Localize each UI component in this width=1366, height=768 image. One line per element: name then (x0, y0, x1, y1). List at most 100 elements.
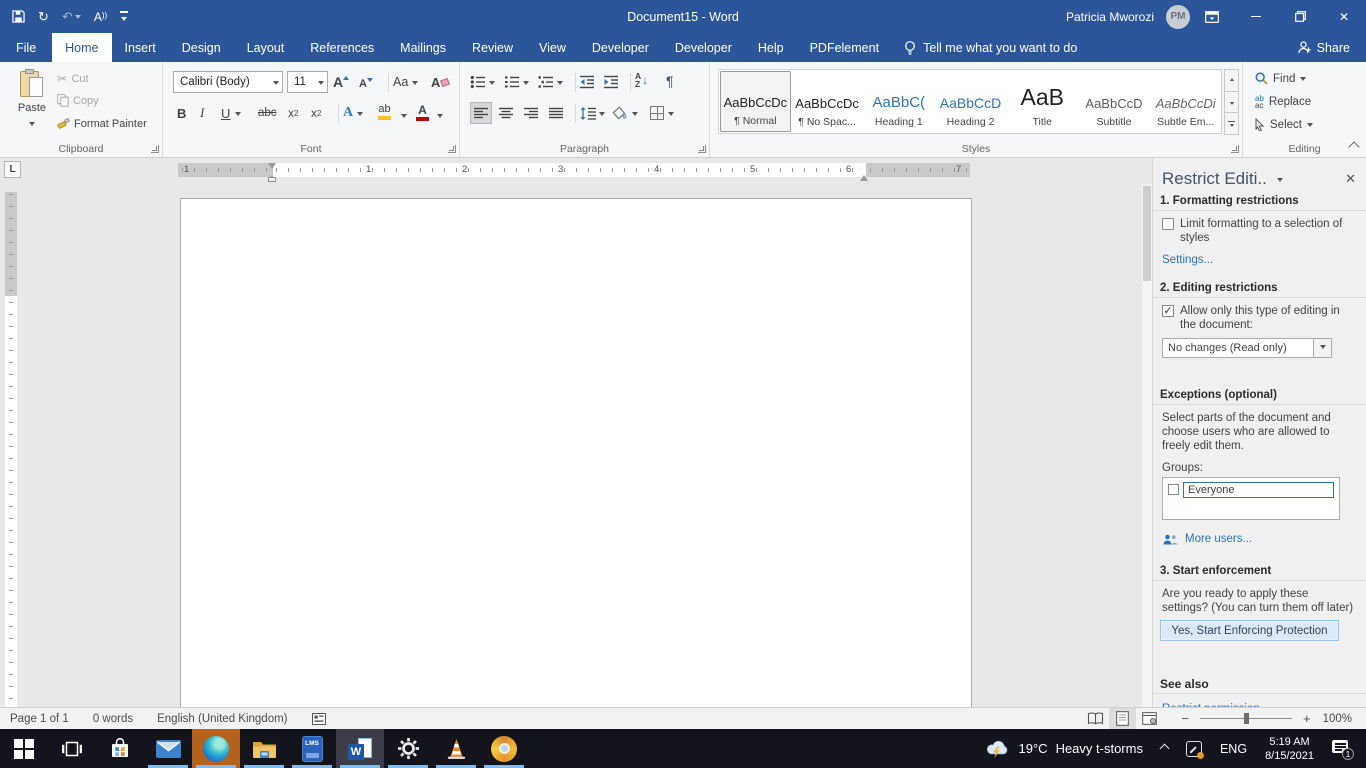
zoom-slider[interactable] (1200, 718, 1292, 719)
restore-button[interactable] (1278, 0, 1322, 33)
more-users-link[interactable]: More users... (1185, 532, 1252, 546)
start-enforcing-button[interactable]: Yes, Start Enforcing Protection (1160, 620, 1339, 641)
styles-scroll-down-icon[interactable] (1224, 91, 1239, 114)
read-aloud-icon[interactable]: A)) (94, 11, 107, 23)
language-indicator[interactable]: English (United Kingdom) (145, 713, 299, 725)
mail-app-button[interactable] (144, 729, 192, 768)
page-indicator[interactable]: Page 1 of 1 (0, 713, 81, 725)
tab-developer-1[interactable]: Developer (579, 33, 662, 62)
everyone-checkbox[interactable] (1168, 484, 1179, 495)
tab-references[interactable]: References (297, 33, 387, 62)
italic-button[interactable]: I (200, 102, 204, 124)
highlight-caret-icon[interactable] (401, 114, 407, 121)
style-subtitle[interactable]: AaBbCcDSubtitle (1079, 71, 1150, 132)
shading-button[interactable] (612, 102, 638, 124)
style-heading-1[interactable]: AaBbC(Heading 1 (863, 71, 934, 132)
tray-app-button[interactable] (1177, 729, 1211, 768)
tab-selector[interactable]: L (4, 161, 21, 178)
macro-record-button[interactable] (300, 713, 338, 725)
tab-help[interactable]: Help (745, 33, 797, 62)
change-case-button[interactable]: Aa (393, 71, 418, 93)
close-button[interactable]: ✕ (1322, 0, 1366, 33)
styles-gallery-more-icon[interactable] (1224, 112, 1239, 135)
tab-developer-2[interactable]: Developer (662, 33, 745, 62)
align-left-button[interactable] (470, 102, 492, 124)
tab-home[interactable]: Home (52, 33, 111, 62)
minimize-button[interactable] (1234, 0, 1278, 33)
tab-pdfelement[interactable]: PDFelement (797, 33, 892, 62)
sort-button[interactable]: AZ ↓ (635, 69, 648, 91)
tray-expand-button[interactable] (1152, 729, 1177, 768)
print-layout-button[interactable] (1109, 708, 1136, 729)
font-color-caret-icon[interactable] (437, 114, 443, 121)
zoom-slider-handle[interactable] (1244, 713, 1249, 724)
paragraph-dialog-launcher[interactable] (698, 145, 706, 153)
vertical-ruler[interactable] (5, 192, 17, 707)
grow-font-button[interactable]: A (333, 71, 349, 93)
paste-button[interactable]: Paste (10, 69, 54, 132)
tab-design[interactable]: Design (169, 33, 234, 62)
document-page[interactable] (180, 198, 972, 707)
tell-me-box[interactable]: Tell me what you want to do (892, 33, 1089, 62)
font-size-combo[interactable]: 11 (287, 71, 328, 93)
superscript-button[interactable]: x2 (311, 102, 321, 124)
undo-icon[interactable]: ↶ (62, 10, 73, 23)
chromium-browser-button[interactable] (480, 729, 528, 768)
action-center-button[interactable]: 1 (1323, 729, 1366, 768)
microsoft-store-button[interactable] (96, 729, 144, 768)
line-spacing-button[interactable] (580, 102, 605, 124)
increase-indent-button[interactable] (603, 71, 619, 93)
right-indent-marker[interactable] (860, 171, 868, 181)
edge-browser-button[interactable] (192, 729, 240, 768)
save-icon[interactable] (12, 10, 25, 23)
task-view-button[interactable] (48, 729, 96, 768)
style-normal[interactable]: AaBbCcDc¶ Normal (720, 71, 791, 132)
cut-button[interactable]: ✂ Cut (57, 71, 89, 86)
justify-button[interactable] (545, 102, 567, 124)
signed-in-user[interactable]: Patricia Mworozi (1054, 10, 1166, 24)
avatar[interactable]: PM (1166, 5, 1190, 29)
tab-mailings[interactable]: Mailings (387, 33, 459, 62)
more-users-row[interactable]: More users... (1163, 532, 1366, 546)
font-name-combo[interactable]: Calibri (Body) (173, 71, 283, 93)
align-center-button[interactable] (495, 102, 517, 124)
start-button[interactable] (0, 729, 48, 768)
word-count[interactable]: 0 words (81, 713, 145, 725)
style-subtle-emphasis[interactable]: AaBbCcDiSubtle Em... (1150, 71, 1221, 132)
clear-formatting-button[interactable]: A (431, 71, 449, 93)
tab-file[interactable]: File (0, 33, 52, 62)
zoom-level[interactable]: 100% (1315, 713, 1366, 725)
decrease-indent-button[interactable] (579, 71, 595, 93)
document-scrollbar[interactable] (1142, 184, 1152, 707)
font-dialog-launcher[interactable] (448, 145, 456, 153)
find-button[interactable]: Find (1255, 72, 1306, 85)
weather-widget[interactable]: 19°C Heavy t-storms (975, 729, 1152, 768)
clock-tray[interactable]: 5:19 AM 8/15/2021 (1256, 735, 1323, 763)
underline-button[interactable]: U (221, 102, 241, 124)
text-effects-button[interactable]: A (343, 102, 363, 124)
dropdown-arrow-icon[interactable] (1313, 338, 1332, 358)
ribbon-display-options-icon[interactable] (1190, 0, 1234, 33)
style-no-spacing[interactable]: AaBbCcDc¶ No Spac... (792, 71, 863, 132)
web-layout-button[interactable] (1136, 708, 1163, 729)
pane-menu-caret-icon[interactable] (1277, 178, 1283, 185)
horizontal-ruler[interactable]: 1 1 2 3 4 5 6 7 (178, 163, 970, 177)
customize-qat-icon[interactable] (120, 11, 128, 22)
word-app-button[interactable]: W (336, 729, 384, 768)
select-button[interactable]: Select (1255, 118, 1313, 131)
style-heading-2[interactable]: AaBbCcDHeading 2 (935, 71, 1006, 132)
pane-close-icon[interactable]: ✕ (1345, 172, 1356, 186)
shrink-font-button[interactable]: A (359, 73, 373, 95)
bold-button[interactable]: B (177, 102, 186, 124)
strikethrough-button[interactable]: abc (258, 102, 277, 124)
everyone-item[interactable]: Everyone (1183, 482, 1334, 498)
align-right-button[interactable] (520, 102, 542, 124)
zoom-in-button[interactable]: + (1299, 711, 1315, 726)
font-color-button[interactable]: A (416, 101, 429, 123)
share-button[interactable]: Share (1282, 33, 1366, 62)
multilevel-list-button[interactable] (538, 71, 563, 93)
show-paragraph-marks-button[interactable]: ¶ (666, 70, 674, 92)
read-mode-button[interactable] (1082, 708, 1109, 729)
scrollbar-thumb[interactable] (1143, 186, 1151, 281)
lms-app-button[interactable]: LMS (288, 729, 336, 768)
